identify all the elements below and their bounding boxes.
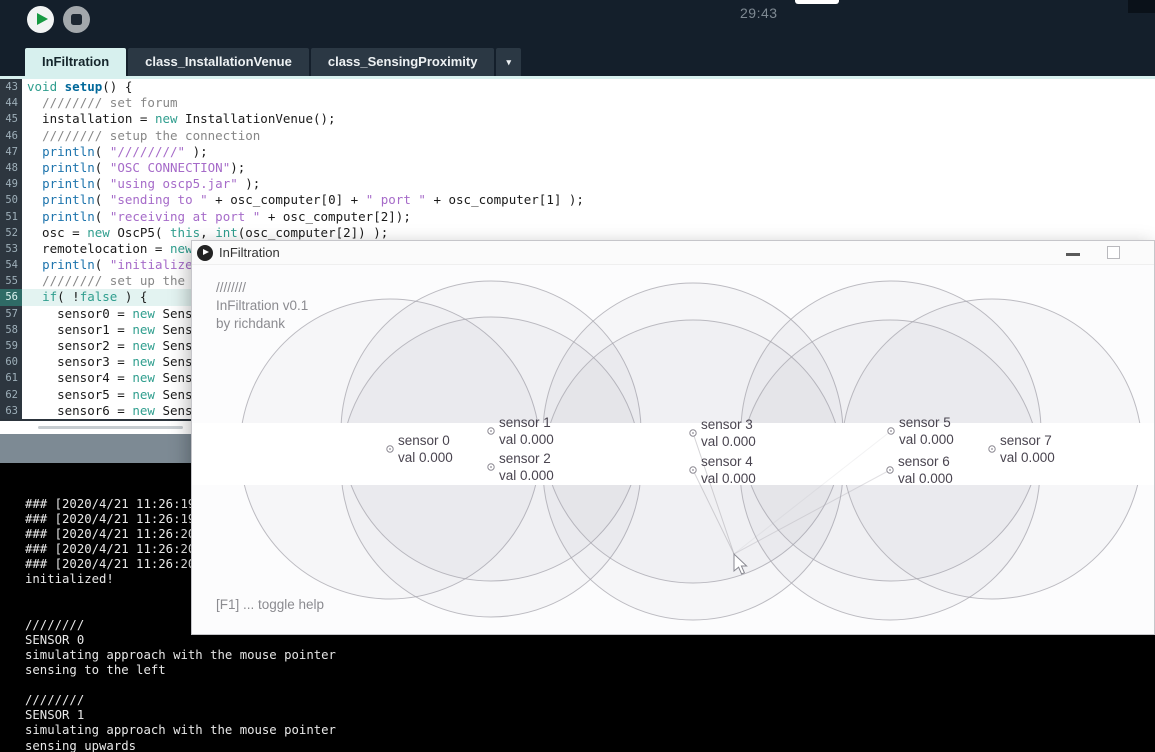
line-number: 61 <box>0 370 22 386</box>
sensor-value-3: val 0.000 <box>701 434 756 449</box>
code-line-46: 46 //////// setup the connection <box>0 128 1155 144</box>
code-text: void setup() { <box>22 79 1155 95</box>
code-text: println( "sending to " + osc_computer[0]… <box>22 192 1155 208</box>
hscroll-thumb[interactable] <box>38 426 183 429</box>
sketch-header-version: InFiltration v0.1 <box>216 297 308 315</box>
sensor-marker-dot-1 <box>490 430 492 432</box>
line-number: 58 <box>0 322 22 338</box>
run-button[interactable] <box>27 6 54 33</box>
code-line-51: 51 println( "receiving at port " + osc_c… <box>0 209 1155 225</box>
code-line-44: 44 //////// set forum <box>0 95 1155 111</box>
line-number: 43 <box>0 79 22 95</box>
screen: 29:43 InFiltrationclass_InstallationVenu… <box>0 0 1155 752</box>
sketch-header-author: by richdank <box>216 315 308 333</box>
sensor-marker-dot-4 <box>692 469 694 471</box>
sensor-name-7: sensor 7 <box>1000 433 1052 448</box>
sensor-value-6: val 0.000 <box>898 471 953 486</box>
code-line-52: 52 osc = new OscP5( this, int(osc_comput… <box>0 225 1155 241</box>
ide-toolbar: 29:43 <box>0 0 1155 44</box>
code-line-43: 43void setup() { <box>0 79 1155 95</box>
minimize-button[interactable] <box>1066 253 1080 256</box>
line-number: 50 <box>0 192 22 208</box>
sensor-value-7: val 0.000 <box>1000 450 1055 465</box>
sensor-marker-dot-0 <box>389 448 391 450</box>
code-text: //////// set forum <box>22 95 1155 111</box>
line-number: 59 <box>0 338 22 354</box>
sensor-name-0: sensor 0 <box>398 433 450 448</box>
line-number: 47 <box>0 144 22 160</box>
line-number: 55 <box>0 273 22 289</box>
sketch-header: //////// InFiltration v0.1 by richdank <box>216 279 308 333</box>
line-number: 54 <box>0 257 22 273</box>
processing-logo-icon <box>197 245 213 261</box>
code-line-49: 49 println( "using oscp5.jar" ); <box>0 176 1155 192</box>
sensor-marker-dot-7 <box>991 448 993 450</box>
sketch-title: InFiltration <box>219 245 280 260</box>
sensor-name-2: sensor 2 <box>499 451 551 466</box>
line-number: 60 <box>0 354 22 370</box>
maximize-button[interactable] <box>1107 246 1120 259</box>
line-number: 45 <box>0 111 22 127</box>
code-text: println( "receiving at port " + osc_comp… <box>22 209 1155 225</box>
sensor-value-5: val 0.000 <box>899 432 954 447</box>
sensor-marker-dot-6 <box>889 469 891 471</box>
stop-button[interactable] <box>63 6 90 33</box>
code-text: println( "using oscp5.jar" ); <box>22 176 1155 192</box>
code-line-48: 48 println( "OSC CONNECTION"); <box>0 160 1155 176</box>
line-number: 51 <box>0 209 22 225</box>
sensor-field-svg: sensor 0 val 0.000 sensor 1 val 0.000 sensor… <box>192 265 1154 634</box>
top-notch <box>795 0 839 4</box>
sensor-value-0: val 0.000 <box>398 450 453 465</box>
code-line-50: 50 println( "sending to " + osc_computer… <box>0 192 1155 208</box>
sensor-marker-dot-5 <box>890 430 892 432</box>
sensor-name-6: sensor 6 <box>898 454 950 469</box>
sensor-name-4: sensor 4 <box>701 454 753 469</box>
code-text: osc = new OscP5( this, int(osc_computer[… <box>22 225 1155 241</box>
sketch-window: InFiltration sensor 0 val 0.000 sensor 1 va… <box>191 240 1155 635</box>
code-text: //////// setup the connection <box>22 128 1155 144</box>
tab-dropdown[interactable]: ▾ <box>496 48 521 76</box>
play-icon <box>37 13 48 25</box>
code-text: println( "OSC CONNECTION"); <box>22 160 1155 176</box>
sensor-marker-dot-3 <box>692 432 694 434</box>
tab-class_SensingProximity[interactable]: class_SensingProximity <box>311 48 495 76</box>
sketch-canvas[interactable]: sensor 0 val 0.000 sensor 1 val 0.000 sensor… <box>192 265 1154 634</box>
code-text: println( "////////" ); <box>22 144 1155 160</box>
line-number: 63 <box>0 403 22 419</box>
stop-icon <box>71 14 82 25</box>
line-number: 57 <box>0 306 22 322</box>
line-number: 46 <box>0 128 22 144</box>
line-number: 44 <box>0 95 22 111</box>
sensor-name-1: sensor 1 <box>499 415 551 430</box>
sensor-marker-dot-2 <box>490 466 492 468</box>
tab-InFiltration[interactable]: InFiltration <box>25 48 126 76</box>
help-hint: [F1] ... toggle help <box>216 597 324 612</box>
line-number: 52 <box>0 225 22 241</box>
line-number: 56 <box>0 289 22 305</box>
line-number: 48 <box>0 160 22 176</box>
line-number: 53 <box>0 241 22 257</box>
timer: 29:43 <box>740 5 778 21</box>
code-line-45: 45 installation = new InstallationVenue(… <box>0 111 1155 127</box>
sensor-value-4: val 0.000 <box>701 471 756 486</box>
sensor-name-5: sensor 5 <box>899 415 951 430</box>
sketch-header-slashes: //////// <box>216 279 308 297</box>
tab-bar: InFiltrationclass_InstallationVenueclass… <box>0 44 1155 76</box>
line-number: 49 <box>0 176 22 192</box>
code-line-47: 47 println( "////////" ); <box>0 144 1155 160</box>
sensor-value-2: val 0.000 <box>499 468 554 483</box>
top-right-rect <box>1128 0 1155 13</box>
sensor-name-3: sensor 3 <box>701 417 753 432</box>
code-text: installation = new InstallationVenue(); <box>22 111 1155 127</box>
line-number: 62 <box>0 387 22 403</box>
sensor-value-1: val 0.000 <box>499 432 554 447</box>
sketch-titlebar[interactable]: InFiltration <box>192 241 1154 265</box>
tab-class_InstallationVenue[interactable]: class_InstallationVenue <box>128 48 309 76</box>
